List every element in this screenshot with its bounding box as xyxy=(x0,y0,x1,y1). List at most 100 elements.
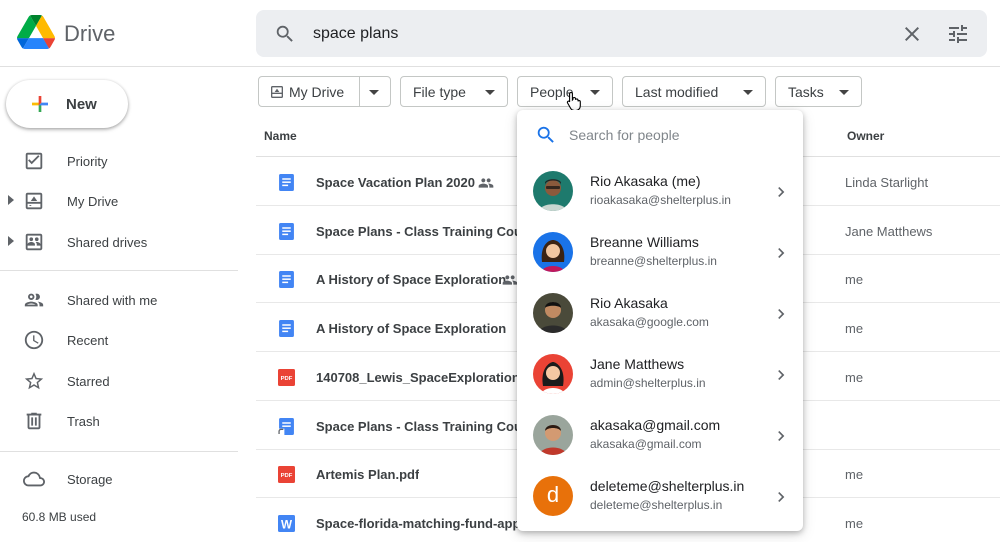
person-name: Jane Matthews xyxy=(590,356,685,372)
file-name: A History of Space Exploration xyxy=(316,321,507,337)
sidebar-divider xyxy=(0,451,238,452)
chevron-right-icon xyxy=(771,487,791,512)
sidebar-item-priority[interactable]: Priority xyxy=(0,143,240,179)
person-email: admin@shelterplus.in xyxy=(590,376,706,390)
sidebar-label: Trash xyxy=(67,414,100,429)
person-item[interactable]: Rio Akasaka akasaka@google.com xyxy=(517,283,803,344)
expand-arrow-icon[interactable] xyxy=(8,195,14,205)
file-owner: me xyxy=(845,467,864,483)
chevron-down-icon xyxy=(485,90,495,95)
avatar xyxy=(533,232,573,272)
doc-icon xyxy=(278,320,295,338)
doc-shortcut-icon xyxy=(278,417,295,435)
person-email: akasaka@gmail.com xyxy=(590,437,702,451)
chevron-right-icon xyxy=(771,182,791,207)
avatar xyxy=(533,354,573,394)
svg-text:PDF: PDF xyxy=(281,376,293,382)
sidebar-label: Shared with me xyxy=(67,293,158,308)
doc-icon xyxy=(278,271,295,289)
my-drive-icon xyxy=(271,86,283,98)
sidebar-item-shared-drives[interactable]: Shared drives xyxy=(0,224,240,260)
chevron-right-icon xyxy=(771,426,791,451)
chip-divider xyxy=(359,77,360,106)
header-divider xyxy=(0,66,1000,67)
avatar xyxy=(533,171,573,211)
cloud-icon xyxy=(23,471,45,487)
plus-icon xyxy=(32,96,48,112)
column-header-name[interactable]: Name xyxy=(264,129,297,143)
chevron-down-icon xyxy=(590,90,600,95)
person-item[interactable]: Jane Matthews admin@shelterplus.in xyxy=(517,344,803,405)
sidebar-item-shared-with-me[interactable]: Shared with me xyxy=(0,282,240,318)
column-header-owner[interactable]: Owner xyxy=(847,129,884,143)
sidebar-divider xyxy=(0,270,238,271)
person-name: Rio Akasaka xyxy=(590,295,668,311)
storage-used-text: 60.8 MB used xyxy=(22,510,97,524)
priority-icon xyxy=(25,152,43,170)
sidebar-label: Storage xyxy=(67,472,113,487)
sidebar-item-trash[interactable]: Trash xyxy=(0,403,240,439)
expand-arrow-icon[interactable] xyxy=(8,236,14,246)
shared-icon xyxy=(478,175,494,196)
search-icon[interactable] xyxy=(274,23,296,45)
new-button[interactable]: New xyxy=(6,80,128,128)
sidebar-label: Starred xyxy=(67,374,110,389)
file-name: A History of Space Exploration xyxy=(316,272,507,288)
trash-icon xyxy=(26,412,42,430)
star-icon xyxy=(24,371,44,390)
sidebar-item-my-drive[interactable]: My Drive xyxy=(0,183,240,219)
sidebar-item-starred[interactable]: Starred xyxy=(0,363,240,399)
sidebar-item-storage[interactable]: Storage xyxy=(0,461,240,497)
search-input[interactable]: space plans xyxy=(313,25,398,43)
person-email: akasaka@google.com xyxy=(590,315,709,329)
filter-tasks[interactable]: Tasks xyxy=(775,76,862,107)
people-search-input[interactable]: Search for people xyxy=(569,127,680,143)
person-name: akasaka@gmail.com xyxy=(590,417,721,433)
filter-label: Tasks xyxy=(788,84,824,100)
people-dropdown: Search for people Rio Akasaka (me) rioaka… xyxy=(517,110,803,531)
file-name: 140708_Lewis_SpaceExploration_ xyxy=(316,369,521,385)
filter-label: Last modified xyxy=(635,84,719,100)
my-drive-icon xyxy=(25,192,43,210)
search-bar[interactable]: space plans xyxy=(256,10,987,57)
person-item[interactable]: Rio Akasaka (me) rioakasaka@shelterplus.i… xyxy=(517,161,803,222)
person-item[interactable]: Breanne Williams breanne@shelterplus.in xyxy=(517,222,803,283)
search-icon xyxy=(537,126,554,143)
file-name: Space Plans - Class Training Course xyxy=(316,418,521,434)
file-owner: Linda Starlight xyxy=(845,175,929,190)
word-icon: W xyxy=(278,514,295,532)
drive-app: Drive space plans New Priority My Drive … xyxy=(0,0,1000,542)
filter-label: My Drive xyxy=(289,84,345,100)
file-owner: me xyxy=(845,515,864,531)
clock-icon xyxy=(24,330,44,350)
people-icon xyxy=(24,293,44,307)
avatar xyxy=(533,415,573,455)
filter-last-modified[interactable]: Last modified xyxy=(622,76,766,107)
filter-file-type[interactable]: File type xyxy=(400,76,508,107)
file-owner: me xyxy=(845,272,864,288)
file-owner: Jane Matthews xyxy=(845,223,933,239)
person-email: deleteme@shelterplus.in xyxy=(590,498,723,512)
chevron-down-icon xyxy=(839,90,849,95)
new-button-label: New xyxy=(66,96,97,113)
filter-my-drive[interactable]: My Drive xyxy=(258,76,391,107)
drive-logo[interactable] xyxy=(17,15,55,49)
pdf-icon: PDF xyxy=(278,466,295,484)
svg-text:PDF: PDF xyxy=(281,473,293,479)
hand-cursor-icon xyxy=(566,91,581,111)
avatar xyxy=(533,293,573,333)
chevron-right-icon xyxy=(771,304,791,329)
chevron-down-icon[interactable] xyxy=(369,90,379,95)
person-email: rioakasaka@shelterplus.in xyxy=(590,193,731,207)
chevron-right-icon xyxy=(771,243,791,268)
clear-search-icon[interactable] xyxy=(900,22,924,46)
avatar: d xyxy=(533,476,573,516)
file-name: Artemis Plan.pdf xyxy=(316,467,420,483)
person-item[interactable]: akasaka@gmail.com akasaka@gmail.com xyxy=(517,405,803,466)
person-item[interactable]: d deleteme@shelterplus.in deleteme@shelter… xyxy=(517,466,803,527)
file-name: Space Plans - Class Training Course xyxy=(316,223,521,239)
sidebar-item-recent[interactable]: Recent xyxy=(0,322,240,358)
filter-people[interactable]: People xyxy=(517,76,613,111)
search-options-icon[interactable] xyxy=(946,22,970,46)
doc-icon xyxy=(278,222,295,240)
